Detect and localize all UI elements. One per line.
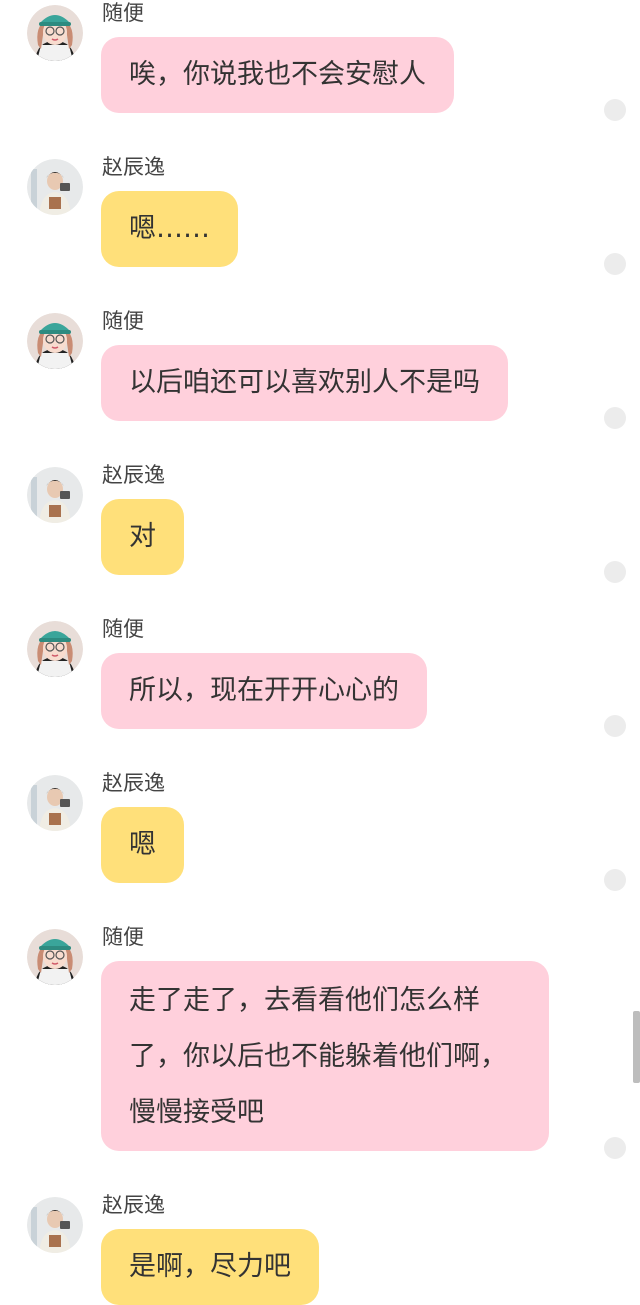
- message-bubble[interactable]: 走了走了，去看看他们怎么样了，你以后也不能躲着他们啊，慢慢接受吧: [101, 961, 549, 1151]
- read-status-icon: [604, 715, 626, 737]
- girl-avatar-icon[interactable]: [27, 313, 83, 369]
- sender-name: 赵辰逸: [102, 771, 165, 795]
- message-bubble[interactable]: 唉，你说我也不会安慰人: [101, 37, 454, 113]
- sender-name: 随便: [102, 617, 144, 641]
- sender-name: 随便: [102, 1, 144, 25]
- sender-name: 随便: [102, 309, 144, 333]
- message-bubble[interactable]: 以后咱还可以喜欢别人不是吗: [101, 345, 508, 421]
- sender-name: 赵辰逸: [102, 1193, 165, 1217]
- message-bubble[interactable]: 对: [101, 499, 184, 575]
- read-status-icon: [604, 253, 626, 275]
- scrollbar[interactable]: [633, 1011, 640, 1083]
- message-bubble[interactable]: 嗯……: [101, 191, 238, 267]
- message-bubble[interactable]: 是啊，尽力吧: [101, 1229, 319, 1305]
- boy-avatar-icon[interactable]: [27, 159, 83, 215]
- sender-name: 随便: [102, 925, 144, 949]
- read-status-icon: [604, 1137, 626, 1159]
- boy-avatar-icon[interactable]: [27, 1197, 83, 1253]
- message-bubble[interactable]: 嗯: [101, 807, 184, 883]
- boy-avatar-icon[interactable]: [27, 775, 83, 831]
- read-status-icon: [604, 869, 626, 891]
- read-status-icon: [604, 407, 626, 429]
- read-status-icon: [604, 561, 626, 583]
- sender-name: 赵辰逸: [102, 463, 165, 487]
- boy-avatar-icon[interactable]: [27, 467, 83, 523]
- girl-avatar-icon[interactable]: [27, 621, 83, 677]
- girl-avatar-icon[interactable]: [27, 5, 83, 61]
- girl-avatar-icon[interactable]: [27, 929, 83, 985]
- sender-name: 赵辰逸: [102, 155, 165, 179]
- message-bubble[interactable]: 所以，现在开开心心的: [101, 653, 427, 729]
- read-status-icon: [604, 99, 626, 121]
